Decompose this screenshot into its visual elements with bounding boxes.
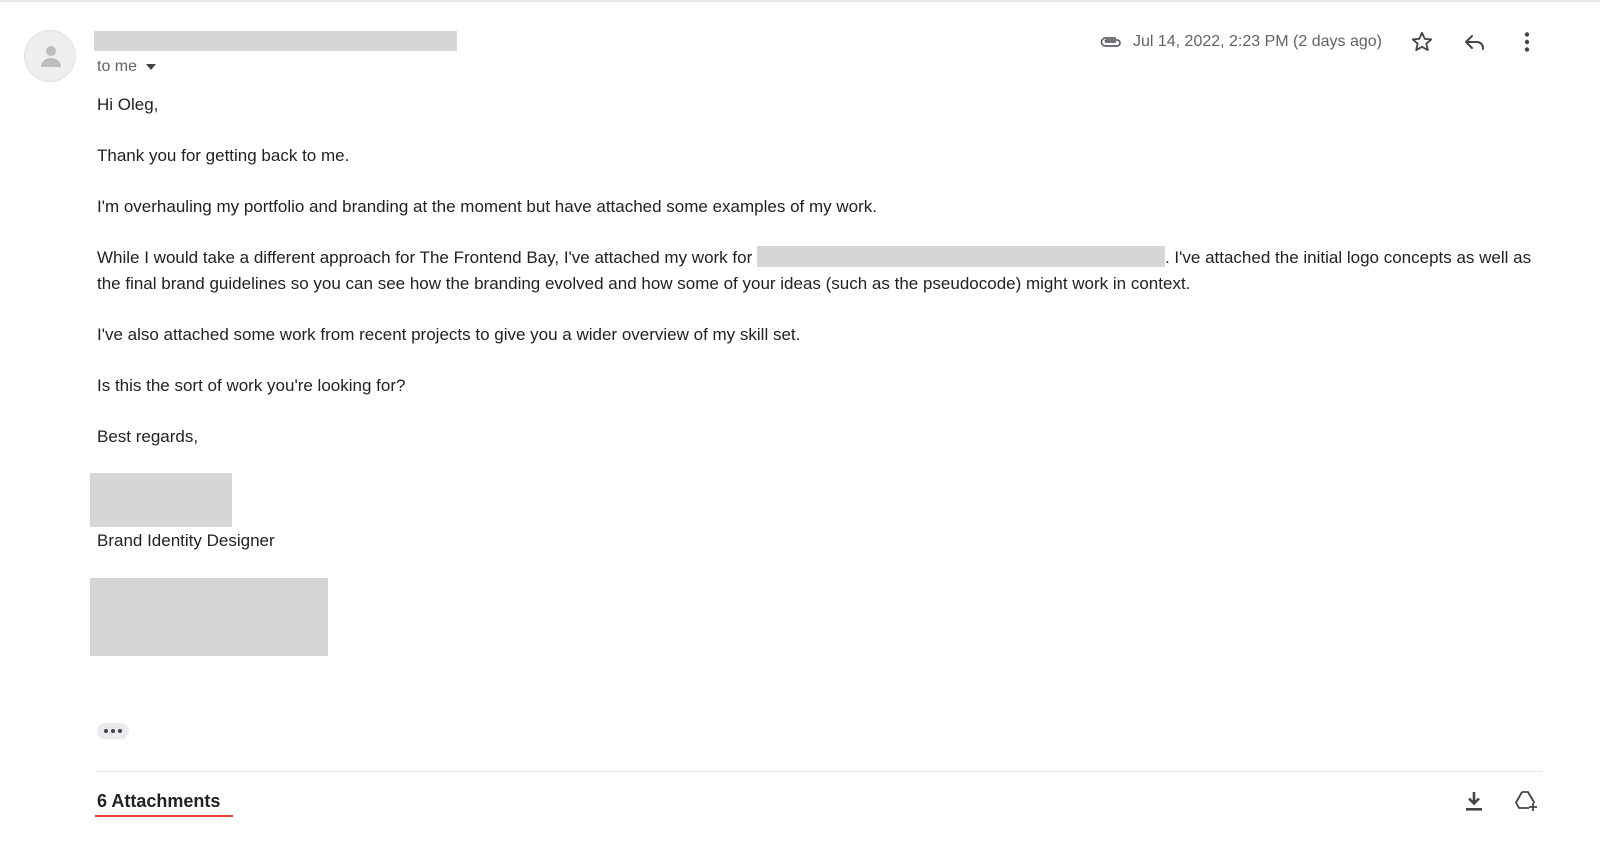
sender-name-redacted xyxy=(94,31,457,51)
reply-button[interactable] xyxy=(1460,27,1490,57)
attachments-underline xyxy=(95,815,233,817)
recipient-details-toggle[interactable]: to me xyxy=(97,58,157,76)
message-meta: Jul 14, 2022, 2:23 PM (2 days ago) xyxy=(1099,30,1382,54)
signature-name-redacted xyxy=(90,473,232,527)
reply-icon xyxy=(1465,35,1484,50)
signature-logo-redacted xyxy=(90,578,328,656)
star-button[interactable] xyxy=(1407,27,1437,57)
paragraph-4: I've also attached some work from recent… xyxy=(97,325,801,344)
paragraph-3-start: While I would take a different approach … xyxy=(97,248,757,267)
recipient-label: to me xyxy=(97,58,138,75)
person-icon xyxy=(41,46,61,67)
star-icon xyxy=(1411,31,1433,51)
more-vert-icon xyxy=(1524,32,1530,52)
paragraph-2: I'm overhauling my portfolio and brandin… xyxy=(97,197,877,216)
greeting: Hi Oleg, xyxy=(97,95,159,114)
dot xyxy=(111,729,115,733)
attachments-count: 6 Attachments xyxy=(97,791,221,811)
dot xyxy=(118,729,122,733)
add-to-drive-icon xyxy=(1515,791,1537,811)
paragraph-5: Is this the sort of work you're looking … xyxy=(97,376,406,395)
caret-down-icon xyxy=(146,64,157,70)
download-all-button[interactable] xyxy=(1459,786,1489,816)
redacted-client-name xyxy=(756,246,1165,267)
paperclip-icon xyxy=(1099,35,1123,49)
paragraph-1: Thank you for getting back to me. xyxy=(97,146,350,165)
download-icon xyxy=(1466,792,1482,811)
more-options-button[interactable] xyxy=(1512,27,1542,57)
closing: Best regards, xyxy=(97,427,199,446)
signature-title: Brand Identity Designer xyxy=(97,531,275,550)
paragraph-3: While I would take a different approach … xyxy=(97,245,1542,297)
sender-avatar[interactable] xyxy=(24,30,76,82)
show-trimmed-content-button[interactable] xyxy=(97,723,129,739)
add-to-drive-button[interactable] xyxy=(1512,786,1542,816)
attachments-divider xyxy=(97,771,1542,772)
dot xyxy=(104,729,108,733)
message-body: Hi Oleg, Thank you for getting back to m… xyxy=(97,92,1542,475)
top-divider xyxy=(0,0,1600,2)
message-date: Jul 14, 2022, 2:23 PM (2 days ago) xyxy=(1132,33,1382,50)
